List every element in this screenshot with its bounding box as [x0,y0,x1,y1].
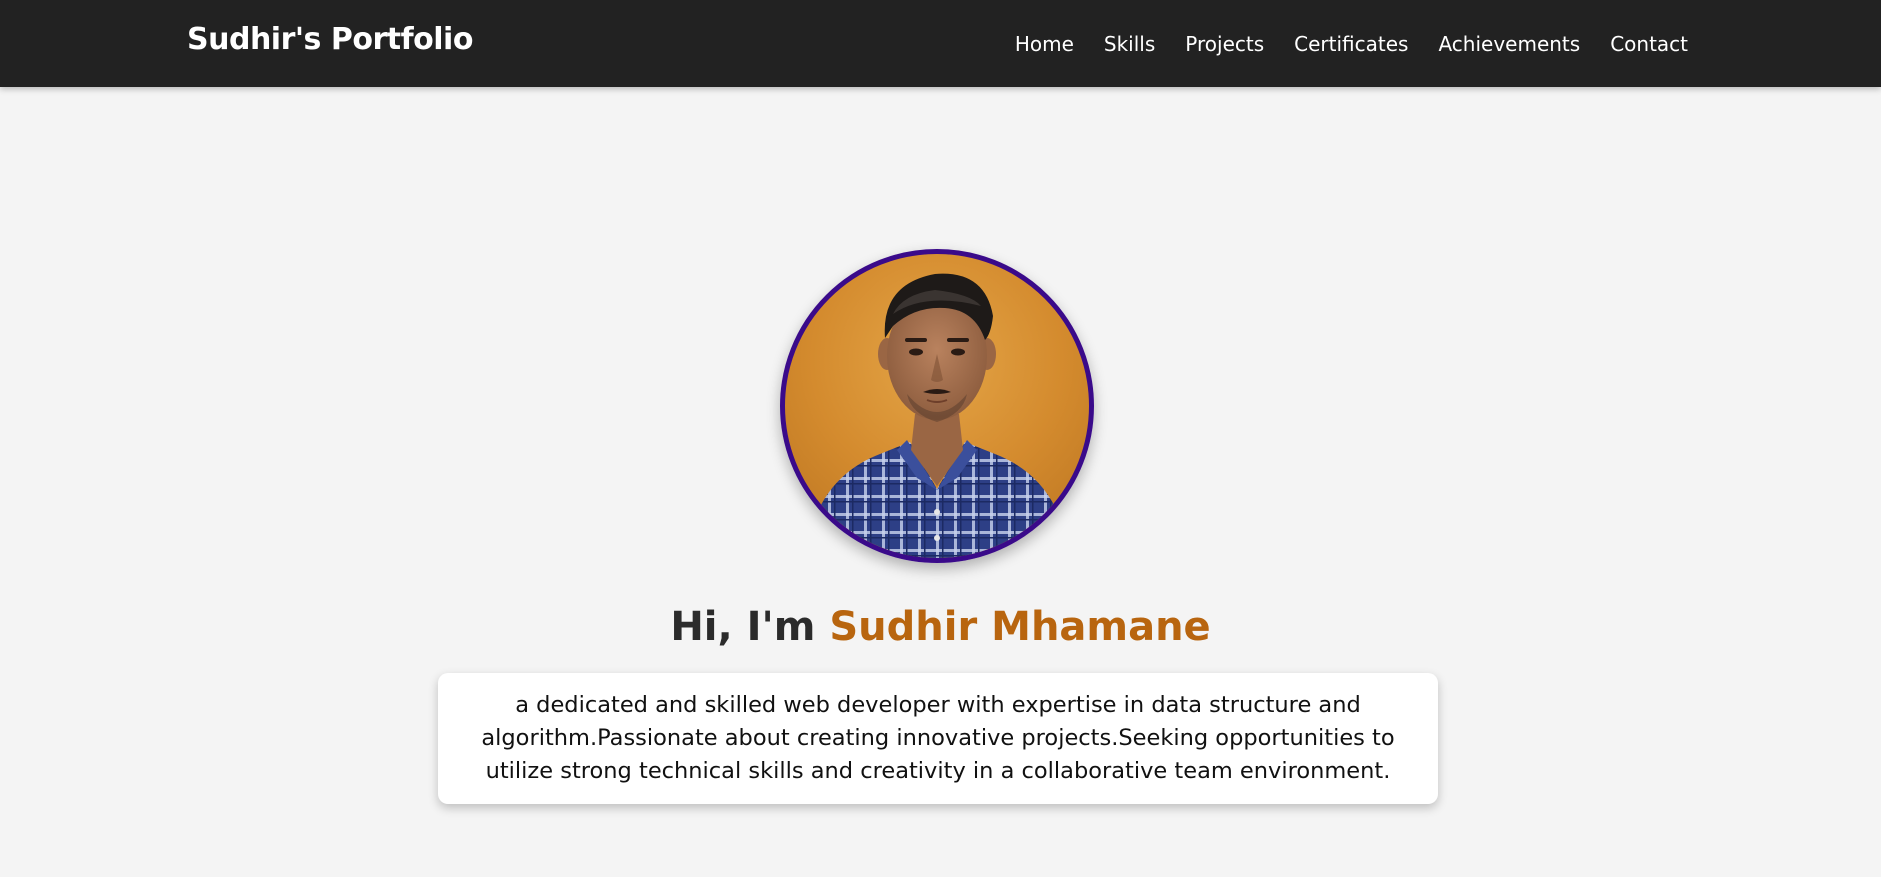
nav-link-achievements[interactable]: Achievements [1438,32,1580,56]
hero-greeting: Hi, I'm Sudhir Mhamane [0,604,1881,650]
nav-link-certificates[interactable]: Certificates [1294,32,1408,56]
top-navbar: Sudhir's Portfolio Home Skills Projects … [0,0,1881,87]
greeting-prefix: Hi, I'm [670,604,816,650]
nav-links: Home Skills Projects Certificates Achiev… [1015,0,1688,87]
profile-photo [780,249,1094,563]
bio-card: a dedicated and skilled web developer wi… [438,673,1438,804]
greeting-name: Sudhir Mhamane [829,604,1211,650]
brand-logo-text[interactable]: Sudhir's Portfolio [187,22,473,57]
nav-link-projects[interactable]: Projects [1185,32,1264,56]
profile-photo-illustration [805,273,1070,558]
nav-link-skills[interactable]: Skills [1104,32,1155,56]
nav-link-home[interactable]: Home [1015,32,1074,56]
bio-text: a dedicated and skilled web developer wi… [481,692,1395,784]
nav-link-contact[interactable]: Contact [1610,32,1688,56]
